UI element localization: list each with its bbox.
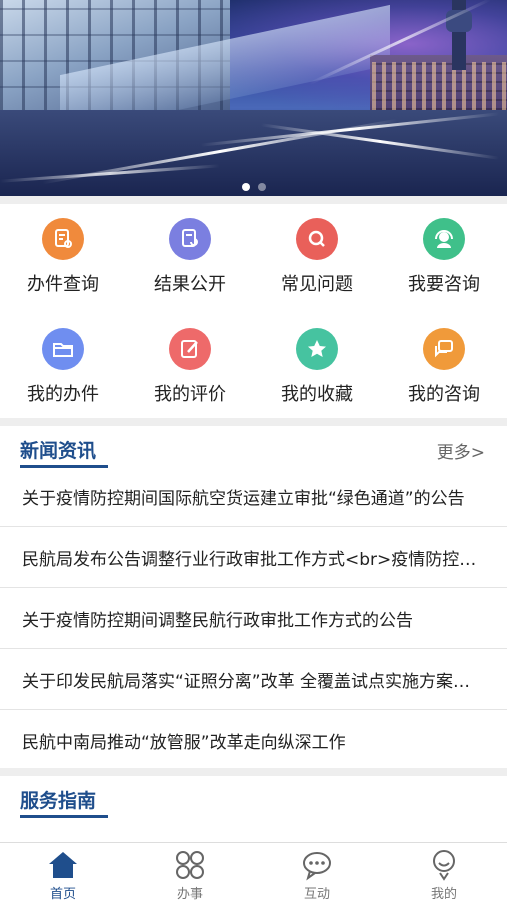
edit-icon <box>169 328 211 370</box>
news-item-title: 关于疫情防控期间国际航空货运建立审批“绿色通道”的公告 <box>22 489 465 509</box>
headset-icon <box>423 218 465 260</box>
action-label: 常见问题 <box>281 274 353 295</box>
action-my-consults[interactable]: 我的咨询 <box>381 314 507 414</box>
news-item[interactable]: 关于印发民航局落实“证照分离”改革 全覆盖试点实施方案的通知 <box>0 649 507 710</box>
guide-section-header: 服务指南 <box>0 774 507 820</box>
bottom-tab-bar: 首页 办事 互动 我的 <box>0 842 507 900</box>
section-title-underline <box>20 815 108 818</box>
faq-search-icon <box>296 218 338 260</box>
news-section-header: 新闻资讯 更多> <box>0 424 507 470</box>
banner-building-windows <box>372 62 507 110</box>
news-item[interactable]: 民航中南局推动“放管服”改革走向纵深工作 <box>0 710 507 771</box>
hero-banner[interactable] <box>0 0 507 196</box>
news-section-title: 新闻资讯 <box>20 440 97 462</box>
folder-icon <box>42 328 84 370</box>
action-result-public[interactable]: 结果公开 <box>127 204 253 304</box>
tab-interaction[interactable]: 互动 <box>254 843 380 900</box>
chat-icon <box>423 328 465 370</box>
news-item[interactable]: 关于疫情防控期间调整民航行政审批工作方式的公告 <box>0 588 507 649</box>
action-my-reviews[interactable]: 我的评价 <box>127 314 253 414</box>
guide-section-title: 服务指南 <box>20 790 97 812</box>
news-item[interactable]: 民航局发布公告调整行业行政审批工作方式<br>疫情防控期间 <box>0 527 507 588</box>
document-search-icon <box>42 218 84 260</box>
carousel-dot-active[interactable] <box>241 183 250 191</box>
tab-label: 办事 <box>176 887 203 900</box>
action-label: 结果公开 <box>154 274 226 295</box>
tab-mine[interactable]: 我的 <box>381 843 507 900</box>
carousel-indicator <box>0 176 507 195</box>
news-item[interactable]: 关于疫情防控期间国际航空货运建立审批“绿色通道”的公告 <box>0 466 507 527</box>
tab-label: 我的 <box>430 887 457 900</box>
tab-label: 首页 <box>49 887 76 900</box>
news-more-link[interactable]: 更多> <box>437 438 485 463</box>
news-item-title: 民航中南局推动“放管服”改革走向纵深工作 <box>22 733 346 753</box>
quick-actions-grid: 办件查询 结果公开 常见问题 我要咨询 我的办件 我的评价 我的收藏 我的咨询 <box>0 204 507 418</box>
star-icon <box>296 328 338 370</box>
action-faq[interactable]: 常见问题 <box>254 204 380 304</box>
home-icon <box>49 852 77 878</box>
action-my-cases[interactable]: 我的办件 <box>0 314 126 414</box>
action-case-query[interactable]: 办件查询 <box>0 204 126 304</box>
action-label: 我要咨询 <box>408 274 480 295</box>
action-label: 我的办件 <box>27 384 99 405</box>
tab-services[interactable]: 办事 <box>127 843 253 900</box>
action-consult[interactable]: 我要咨询 <box>381 204 507 304</box>
tab-home[interactable]: 首页 <box>0 843 126 900</box>
action-label: 我的评价 <box>154 384 226 405</box>
news-item-title: 关于印发民航局落实“证照分离”改革 全覆盖试点实施方案的通知 <box>22 672 487 692</box>
action-label: 办件查询 <box>27 274 99 295</box>
tab-label: 互动 <box>303 887 330 900</box>
action-label: 我的收藏 <box>281 384 353 405</box>
section-divider <box>0 196 507 204</box>
user-icon <box>433 850 455 881</box>
action-my-favorites[interactable]: 我的收藏 <box>254 314 380 414</box>
news-item-title: 民航局发布公告调整行业行政审批工作方式<br>疫情防控期间 <box>22 550 487 570</box>
news-item-title: 关于疫情防控期间调整民航行政审批工作方式的公告 <box>22 611 413 631</box>
grid-icon <box>176 851 204 879</box>
document-refresh-icon <box>169 218 211 260</box>
chat-bubble-icon <box>303 852 331 881</box>
carousel-dot[interactable] <box>257 183 266 191</box>
action-label: 我的咨询 <box>408 384 480 405</box>
